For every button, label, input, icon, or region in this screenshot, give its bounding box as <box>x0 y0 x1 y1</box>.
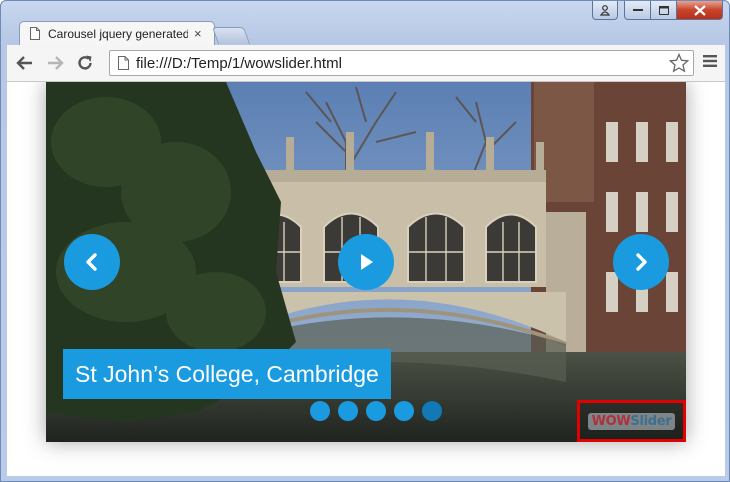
tab-strip: Carousel jquery generated × <box>7 21 607 45</box>
previous-slide-button[interactable] <box>64 234 120 290</box>
wowslider-badge[interactable]: WOWSlider <box>577 400 686 442</box>
new-tab-button[interactable] <box>211 27 251 44</box>
tab-active[interactable]: Carousel jquery generated × <box>19 21 215 45</box>
minimize-icon <box>632 9 643 11</box>
reload-button[interactable] <box>75 53 95 73</box>
window-controls <box>592 1 723 23</box>
menu-button[interactable] <box>703 54 717 73</box>
play-button[interactable] <box>338 234 394 290</box>
play-icon <box>361 254 373 270</box>
maximize-button[interactable] <box>651 1 677 20</box>
toolbar: file:///D:/Temp/1/wowslider.html <box>7 45 725 82</box>
minimize-button[interactable] <box>624 1 651 20</box>
slide-bullet-2[interactable] <box>338 401 358 421</box>
hamburger-menu-icon <box>703 55 717 67</box>
user-button[interactable] <box>592 1 618 20</box>
maximize-icon <box>658 5 669 15</box>
forward-arrow-icon <box>48 56 64 70</box>
url-text: file:///D:/Temp/1/wowslider.html <box>136 55 342 72</box>
close-icon <box>693 4 706 16</box>
slide-bullets <box>310 401 442 421</box>
back-arrow-icon <box>16 56 32 70</box>
back-button[interactable] <box>15 53 35 73</box>
reload-icon <box>78 55 92 70</box>
browser-window: Carousel jquery generated × file:///D:/T… <box>0 0 730 482</box>
tab-close-icon[interactable]: × <box>194 26 202 41</box>
chevron-left-icon <box>86 253 97 271</box>
wowslider-logo: WOWSlider <box>587 412 676 430</box>
next-slide-button[interactable] <box>613 234 669 290</box>
slide-bullet-4[interactable] <box>394 401 414 421</box>
page-content: St John’s College, Cambridge WOWSlider <box>7 82 725 476</box>
page-icon <box>30 27 40 40</box>
bookmark-star-icon[interactable] <box>669 53 689 73</box>
slide-caption: St John’s College, Cambridge <box>63 349 391 399</box>
image-slider: St John’s College, Cambridge WOWSlider <box>46 82 686 442</box>
slide-bullet-5[interactable] <box>422 401 442 421</box>
slide-bullet-1[interactable] <box>310 401 330 421</box>
file-page-icon <box>118 56 129 70</box>
user-icon <box>600 4 610 16</box>
slide-bullet-3[interactable] <box>366 401 386 421</box>
forward-button[interactable] <box>45 53 65 73</box>
chevron-right-icon <box>636 253 647 271</box>
close-window-button[interactable] <box>677 1 723 20</box>
tab-title: Carousel jquery generated <box>48 26 188 41</box>
address-bar[interactable]: file:///D:/Temp/1/wowslider.html <box>109 50 694 76</box>
